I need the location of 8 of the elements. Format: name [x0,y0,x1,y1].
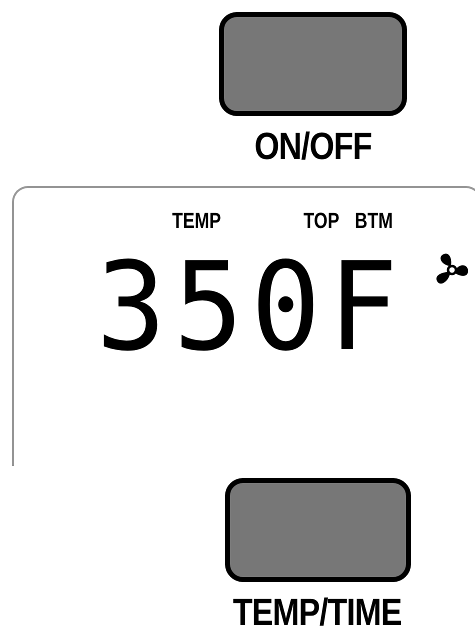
button-label: TEMP/TIME [233,594,402,632]
btm-indicator: BTM [354,210,393,232]
control-button[interactable] [218,12,406,116]
temp-indicator: TEMP [172,210,222,232]
control-button[interactable] [224,478,410,582]
top-indicator: TOP [304,210,340,232]
button-label: ON/OFF [254,128,372,166]
temperature-reading: 350F [96,246,406,368]
